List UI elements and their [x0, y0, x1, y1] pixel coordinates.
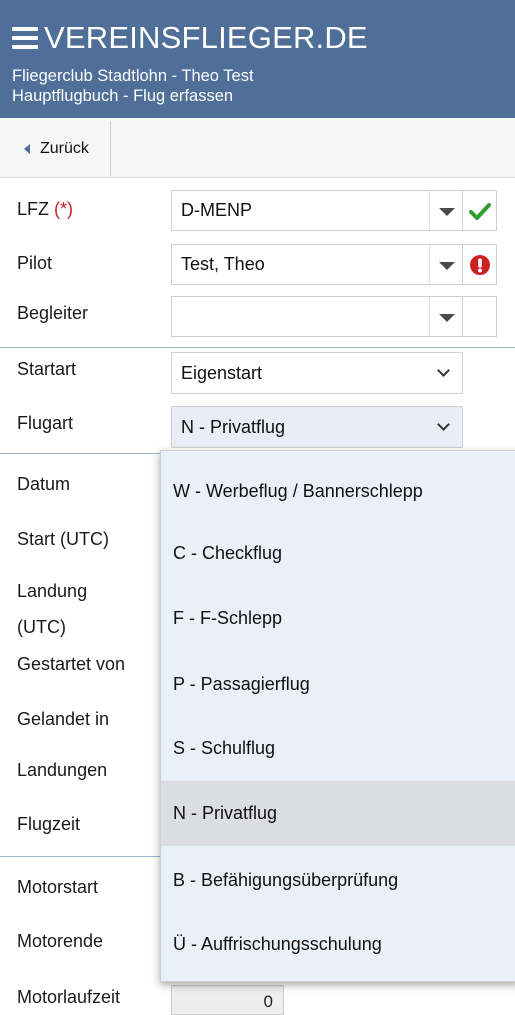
page-subtitle: Hauptflugbuch - Flug erfassen: [12, 87, 234, 105]
section-divider: [0, 347, 515, 348]
dropdown-arrow-icon[interactable]: [429, 191, 462, 230]
flugzeit-label: Flugzeit: [17, 814, 81, 834]
start-utc-label: Start (UTC): [17, 529, 109, 549]
flugart-dropdown-menu: W - Werbeflug / Bannerschlepp C - Checkf…: [160, 450, 515, 982]
startart-value: Eigenstart: [181, 363, 263, 383]
startart-select[interactable]: Eigenstart: [171, 352, 463, 394]
pilot-label: Pilot: [17, 253, 53, 273]
chevron-down-icon: [437, 418, 450, 431]
pilot-status: [463, 244, 497, 285]
landungen-label: Landungen: [17, 760, 108, 780]
flugart-option[interactable]: P - Passagierflug: [161, 652, 515, 717]
flugart-option[interactable]: Ü - Auffrischungsschulung: [161, 912, 515, 977]
begleiter-combobox[interactable]: [171, 296, 463, 337]
flugart-option[interactable]: F - F-Schlepp: [161, 586, 515, 651]
motorstart-label: Motorstart: [17, 877, 99, 897]
chevron-down-icon: [437, 364, 450, 377]
flugart-label: Flugart: [17, 413, 74, 433]
motorlaufzeit-field[interactable]: 0: [171, 985, 284, 1015]
back-label: Zurück: [40, 139, 89, 157]
hamburger-icon[interactable]: [12, 22, 38, 54]
dropdown-arrow-icon[interactable]: [429, 297, 462, 336]
flugart-option[interactable]: S - Schulflug: [161, 716, 515, 781]
lfz-status: [463, 190, 497, 231]
app-header: VEREINSFLIEGER.DE Fliegerclub Stadtlohn …: [0, 0, 515, 118]
motorende-label: Motorende: [17, 931, 104, 951]
gestartet-von-label: Gestartet von: [17, 654, 126, 674]
lfz-label-text: LFZ: [17, 199, 50, 219]
dropdown-arrow-icon[interactable]: [429, 245, 462, 284]
lfz-value: D-MENP: [181, 200, 252, 220]
gelandet-in-label: Gelandet in: [17, 709, 110, 729]
brand-title: VEREINSFLIEGER.DE: [44, 20, 368, 55]
flugart-option-selected[interactable]: N - Privatflug: [161, 781, 515, 846]
flugart-option[interactable]: W - Werbeflug / Bannerschlepp: [161, 459, 515, 524]
flugart-option[interactable]: C - Checkflug: [161, 521, 515, 586]
pilot-value: Test, Theo: [181, 254, 265, 274]
begleiter-label: Begleiter: [17, 303, 89, 323]
caret-left-icon: [24, 143, 30, 154]
flugart-option[interactable]: B - Befähigungsüberprüfung: [161, 848, 515, 913]
landung-utc-label-2: (UTC): [17, 617, 66, 637]
pilot-combobox[interactable]: Test, Theo: [171, 244, 463, 285]
startart-label: Startart: [17, 359, 77, 379]
lfz-combobox[interactable]: D-MENP: [171, 190, 463, 231]
begleiter-status: [463, 296, 497, 337]
datum-label: Datum: [17, 474, 71, 494]
flugart-value: N - Privatflug: [181, 417, 286, 437]
flugart-select[interactable]: N - Privatflug: [171, 406, 463, 448]
motorlaufzeit-label: Motorlaufzeit: [17, 987, 121, 1007]
landung-utc-label-1: Landung: [17, 581, 88, 601]
lfz-label: LFZ (*): [17, 192, 73, 226]
club-name: Fliegerclub Stadtlohn - Theo Test: [12, 67, 254, 85]
back-button[interactable]: Zurück: [8, 121, 111, 176]
error-icon: [469, 254, 490, 275]
required-marker: (*): [54, 199, 74, 219]
check-icon: [468, 202, 491, 220]
brand: VEREINSFLIEGER.DE: [12, 20, 368, 56]
